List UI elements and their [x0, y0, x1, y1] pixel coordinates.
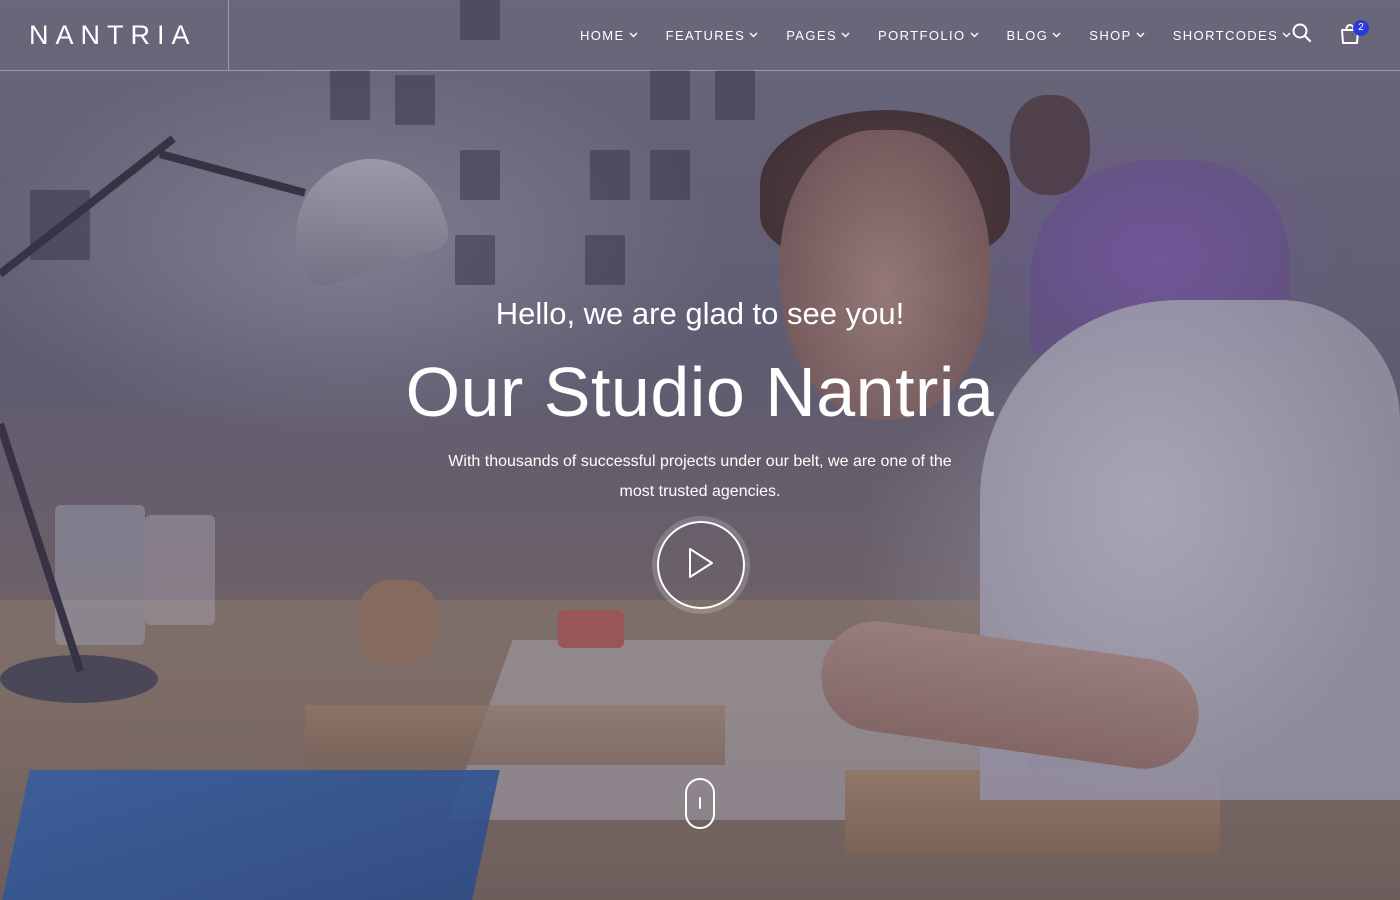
nav-item-label: PORTFOLIO — [878, 27, 966, 43]
nav-item-label: HOME — [580, 27, 625, 43]
chevron-down-icon — [841, 30, 850, 40]
chevron-down-icon — [1052, 30, 1061, 40]
nav-item-pages[interactable]: PAGES — [786, 28, 850, 43]
search-icon[interactable] — [1291, 22, 1313, 44]
chevron-down-icon — [749, 30, 758, 40]
nav-item-features[interactable]: FEATURES — [666, 28, 759, 43]
logo-container: NANTRIA — [0, 0, 229, 70]
chevron-down-icon — [1282, 30, 1291, 40]
hero-subtitle: With thousands of successful projects un… — [448, 453, 952, 500]
chevron-down-icon — [1136, 30, 1145, 40]
cart-count-badge: 2 — [1353, 20, 1369, 36]
nav-item-label: PAGES — [786, 27, 838, 43]
nav-item-portfolio[interactable]: PORTFOLIO — [878, 27, 979, 43]
chevron-down-icon — [970, 30, 979, 40]
nav-item-shop[interactable]: SHOP — [1089, 27, 1145, 43]
hero-greeting: Hello, we are glad to see you! — [495, 296, 905, 331]
nav-item-shortcodes[interactable]: SHORTCODES — [1173, 28, 1292, 43]
nav-item-label: FEATURES — [665, 27, 746, 43]
site-logo[interactable]: NANTRIA — [29, 20, 197, 51]
mouse-scroll-icon — [699, 797, 701, 809]
nav-item-label: BLOG — [1006, 27, 1049, 43]
play-icon — [686, 546, 716, 585]
hero-title: Our Studio Nantria — [405, 353, 995, 431]
scroll-down-button[interactable] — [685, 778, 715, 829]
nav-item-label: SHORTCODES — [1172, 27, 1279, 43]
site-header: NANTRIA HOME FEATURES PAGES PORTFOLIO BL… — [0, 0, 1400, 71]
play-video-button[interactable] — [657, 521, 745, 609]
nav-item-home[interactable]: HOME — [580, 28, 638, 43]
chevron-down-icon — [629, 30, 638, 40]
nav-item-blog[interactable]: BLOG — [1007, 28, 1062, 43]
main-nav: HOME FEATURES PAGES PORTFOLIO BLOG SHOP … — [566, 0, 1305, 70]
nav-item-label: SHOP — [1089, 27, 1132, 43]
